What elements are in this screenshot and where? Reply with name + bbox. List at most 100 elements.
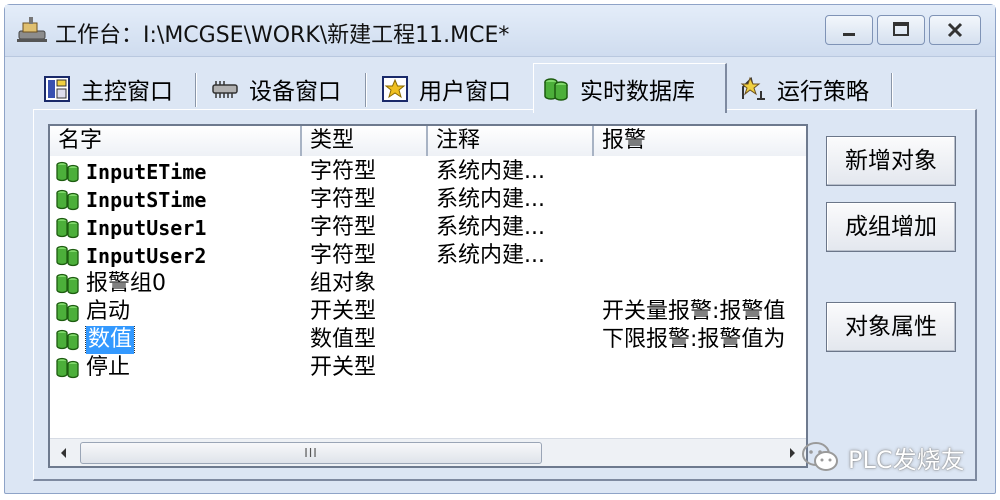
type-cell: 开关型 [310,299,377,324]
maximize-icon [893,22,909,36]
type-cell: 组对象 [310,271,377,296]
alarm-cell [602,186,806,214]
list-header: 名字 类型 注释 报警 [50,126,806,156]
tab-separator [365,73,367,107]
note-cell: 系统内建... [436,215,545,240]
watermark-text: PLC发烧友 [848,445,965,474]
note-cell [436,270,586,298]
database-icon [56,329,79,351]
type-cell: 开关型 [310,355,377,380]
object-properties-button[interactable]: 对象属性 [826,302,956,352]
scroll-thumb[interactable]: III [80,442,542,464]
tab-label: 设备窗口 [249,79,341,105]
workbench-window: 工作台：I:\MCGSE\WORK\新建工程11.MCE* 主控窗口 设备窗口 … [4,4,996,494]
scroll-left-button[interactable] [50,439,78,466]
watermark: PLC发烧友 [800,437,965,477]
database-icon [56,217,79,239]
alarm-cell [602,270,806,298]
tab-label: 实时数据库 [580,78,695,105]
tab-user-window[interactable]: 用户窗口 [373,69,511,109]
minimize-button[interactable] [825,15,873,45]
database-icon [544,77,568,101]
table-row[interactable]: InputSTime 字符型 系统内建... [50,186,806,214]
type-cell: 数值型 [310,327,377,352]
user-window-icon [382,76,408,102]
database-icon [56,273,79,295]
variable-name: 报警组0 [86,271,166,296]
name-cell: InputETime [54,158,300,186]
table-row[interactable]: InputUser1 字符型 系统内建... [50,214,806,242]
tab-label: 运行策略 [777,79,869,105]
database-icon [56,161,79,183]
variable-list[interactable]: 名字 类型 注释 报警 InputETime 字符型 系统内建... Input… [48,124,808,468]
alarm-cell [602,214,806,242]
note-cell: 系统内建... [436,243,545,268]
column-header-note[interactable]: 注释 [428,126,594,156]
column-header-alarm[interactable]: 报警 [594,126,806,156]
column-header-name[interactable]: 名字 [50,126,302,156]
note-cell [436,298,586,326]
group-add-button[interactable]: 成组增加 [826,202,956,252]
variable-name: 启动 [86,299,131,324]
tab-device-window[interactable]: 设备窗口 [203,69,341,109]
type-cell: 字符型 [310,187,377,212]
name-cell: InputUser2 [54,242,300,270]
note-cell: 系统内建... [436,159,545,184]
tab-label: 用户窗口 [419,79,511,105]
maximize-button[interactable] [877,15,925,45]
variable-name: 停止 [86,355,131,380]
workbench-icon [17,17,47,42]
horizontal-scrollbar[interactable]: III [50,438,806,466]
variable-name: 数值 [84,326,136,354]
variable-name: InputSTime [86,188,207,212]
title-bar[interactable]: 工作台：I:\MCGSE\WORK\新建工程11.MCE* [5,5,995,57]
add-object-button[interactable]: 新增对象 [826,136,956,186]
alarm-cell [602,354,806,382]
type-cell: 字符型 [310,243,377,268]
alarm-cell [602,158,806,186]
database-panel: 名字 类型 注释 报警 InputETime 字符型 系统内建... Input… [33,109,977,481]
name-cell: 停止 [54,354,300,382]
type-cell: 字符型 [310,215,377,240]
alarm-cell [602,242,806,270]
table-row[interactable]: 停止 开关型 [50,354,806,382]
database-icon [56,189,79,211]
column-header-type[interactable]: 类型 [302,126,428,156]
variable-name: InputUser1 [86,216,207,240]
database-icon [56,301,79,323]
note-cell: 系统内建... [436,187,545,212]
database-icon [56,245,79,267]
alarm-cell: 开关量报警:报警值 [602,299,786,324]
table-row[interactable]: InputUser2 字符型 系统内建... [50,242,806,270]
device-icon [212,81,238,98]
tab-realtime-database[interactable]: 实时数据库 [533,63,727,113]
arrow-left-icon [61,448,66,458]
alarm-cell: 下限报警:报警值为 [602,327,786,352]
name-cell: 报警组0 [54,270,300,298]
window-title: 工作台：I:\MCGSE\WORK\新建工程11.MCE* [55,23,510,48]
tab-strip: 主控窗口 设备窗口 用户窗口 实时数据库 运行策略 [35,63,905,113]
variable-name: InputUser2 [86,244,207,268]
close-icon [947,22,963,38]
main-window-icon [44,76,70,102]
variable-name: InputETime [86,160,207,184]
tab-label: 主控窗口 [81,79,173,105]
strategy-icon [740,76,765,100]
table-row[interactable]: InputETime 字符型 系统内建... [50,158,806,186]
tab-main-window[interactable]: 主控窗口 [35,69,173,109]
close-button[interactable] [929,15,981,45]
name-cell: 启动 [54,298,300,326]
tab-separator [891,73,893,107]
note-cell [436,354,586,382]
tab-run-strategy[interactable]: 运行策略 [731,69,869,109]
type-cell: 字符型 [310,159,377,184]
tab-separator [195,73,197,107]
wechat-icon [802,442,838,471]
name-cell: 数值 [54,326,300,354]
table-row[interactable]: 启动 开关型 开关量报警:报警值 [50,298,806,326]
note-cell [436,326,586,354]
name-cell: InputSTime [54,186,300,214]
table-row[interactable]: 报警组0 组对象 [50,270,806,298]
table-row-selected[interactable]: 数值 数值型 下限报警:报警值为 [50,326,806,354]
database-icon [56,357,79,379]
